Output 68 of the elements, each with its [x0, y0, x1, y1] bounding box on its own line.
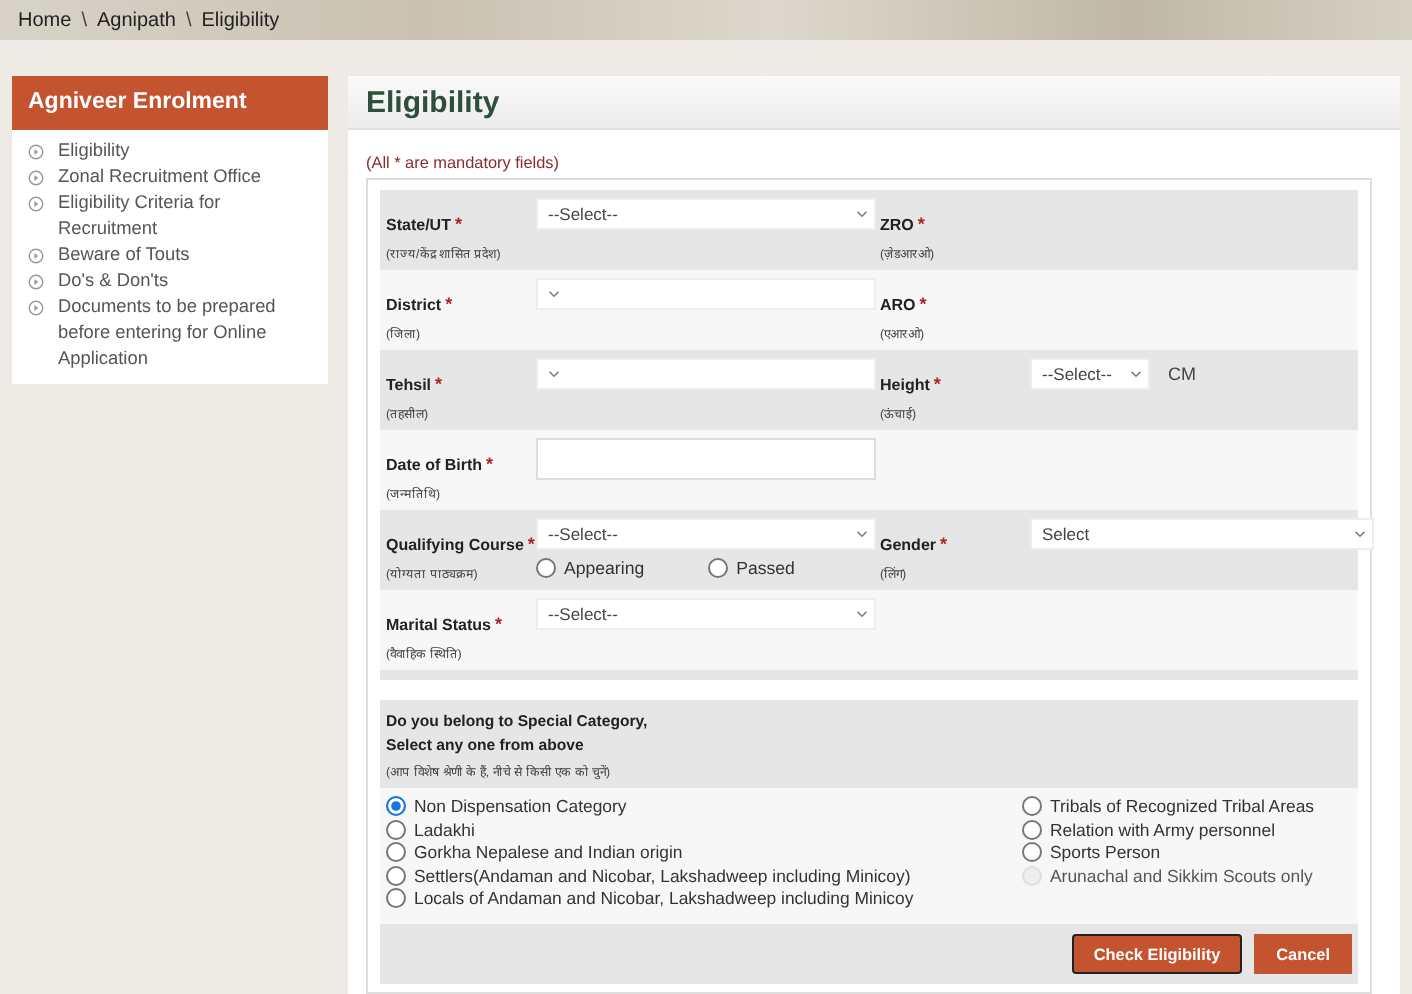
- unit-label: CM: [1168, 364, 1196, 384]
- field-label: Qualifying Course: [386, 536, 524, 554]
- field-label: Marital Status: [386, 616, 491, 634]
- radio-option[interactable]: Sports Person: [1022, 842, 1314, 862]
- required-mark: *: [486, 454, 494, 474]
- action-button[interactable]: Check Eligibility: [1071, 934, 1243, 974]
- radio-option[interactable]: Gorkha Nepalese and Indian origin: [386, 842, 914, 862]
- field-label: Tehsil: [386, 376, 432, 394]
- chevron-icon: [856, 530, 868, 538]
- chevron-icon: [1354, 530, 1366, 538]
- sidebar-link[interactable]: Beware of Touts: [58, 242, 190, 268]
- radio-option[interactable]: Locals of Andaman and Nicobar, Lakshadweep including Minicoy: [386, 888, 914, 908]
- required-mark: *: [919, 294, 927, 314]
- circle-arrow-icon: [28, 299, 44, 315]
- field-label: ZRO: [880, 216, 914, 234]
- required-mark: *: [917, 214, 925, 234]
- sidebar-title: Agniveer Enrolment: [12, 76, 328, 130]
- field-label: Height: [880, 376, 930, 394]
- field-label: Date of Birth: [386, 456, 482, 474]
- dropdown[interactable]: [536, 278, 876, 310]
- circle-arrow-icon: [28, 247, 44, 263]
- chevron-icon: [856, 610, 868, 618]
- breadcrumb-link[interactable]: Agnipath: [96, 9, 176, 31]
- sidebar-link[interactable]: Do's & Don'ts: [58, 268, 169, 294]
- circle-arrow-icon: [28, 273, 44, 289]
- action-button[interactable]: Cancel: [1254, 934, 1352, 974]
- chevron-icon: [856, 210, 868, 218]
- dropdown[interactable]: --Select--: [536, 518, 876, 550]
- page-title: Eligibility: [366, 85, 500, 119]
- required-mark: *: [454, 214, 462, 234]
- field-label: Gender: [880, 536, 937, 554]
- required-mark: *: [940, 534, 948, 554]
- circle-arrow-icon: [28, 195, 44, 211]
- chevron-icon: [548, 370, 560, 378]
- chevron-icon: [1130, 370, 1142, 378]
- dropdown[interactable]: --Select--: [1030, 358, 1150, 390]
- date-field[interactable]: [536, 438, 876, 480]
- circle-arrow-icon: [28, 143, 44, 159]
- required-mark: *: [933, 374, 941, 394]
- field-label: ARO: [880, 296, 916, 314]
- sidebar-link[interactable]: Zonal Recruitment Office: [58, 164, 261, 190]
- radio-option[interactable]: Relation with Army personnel: [1022, 819, 1314, 839]
- sidebar-link[interactable]: Documents to be prepared before entering for Online Application: [58, 294, 320, 372]
- required-mark: *: [494, 614, 502, 634]
- dropdown[interactable]: [536, 358, 876, 390]
- sidebar-link[interactable]: Eligibility: [58, 138, 130, 164]
- breadcrumb-separator: \: [81, 9, 87, 31]
- radio-option[interactable]: Passed: [708, 558, 795, 578]
- field-label: District: [386, 296, 442, 314]
- radio-option[interactable]: Ladakhi: [386, 819, 914, 839]
- required-mark: *: [435, 374, 443, 394]
- field-label: State/UT: [386, 216, 451, 234]
- dropdown[interactable]: --Select--: [536, 598, 876, 630]
- dropdown[interactable]: --Select--: [536, 198, 876, 230]
- radio-option[interactable]: Appearing: [536, 558, 645, 578]
- breadcrumb-link[interactable]: Eligibility: [201, 9, 280, 31]
- circle-arrow-icon: [28, 169, 44, 185]
- sidebar-link[interactable]: Eligibility Criteria for Recruitment: [58, 190, 320, 242]
- radio-option[interactable]: Settlers(Andaman and Nicobar, Lakshadweep including Minicoy): [386, 865, 914, 885]
- required-mark: *: [527, 534, 535, 554]
- required-mark: *: [445, 294, 453, 314]
- chevron-icon: [548, 290, 560, 298]
- radio-option[interactable]: Tribals of Recognized Tribal Areas: [1022, 796, 1314, 816]
- breadcrumb-separator: \: [185, 9, 192, 31]
- dropdown[interactable]: Select: [1030, 518, 1374, 550]
- radio-option[interactable]: Non Dispensation Category: [386, 796, 914, 816]
- mandatory-note: (All * are mandatory fields): [366, 154, 561, 172]
- breadcrumb-link[interactable]: Home: [18, 9, 72, 31]
